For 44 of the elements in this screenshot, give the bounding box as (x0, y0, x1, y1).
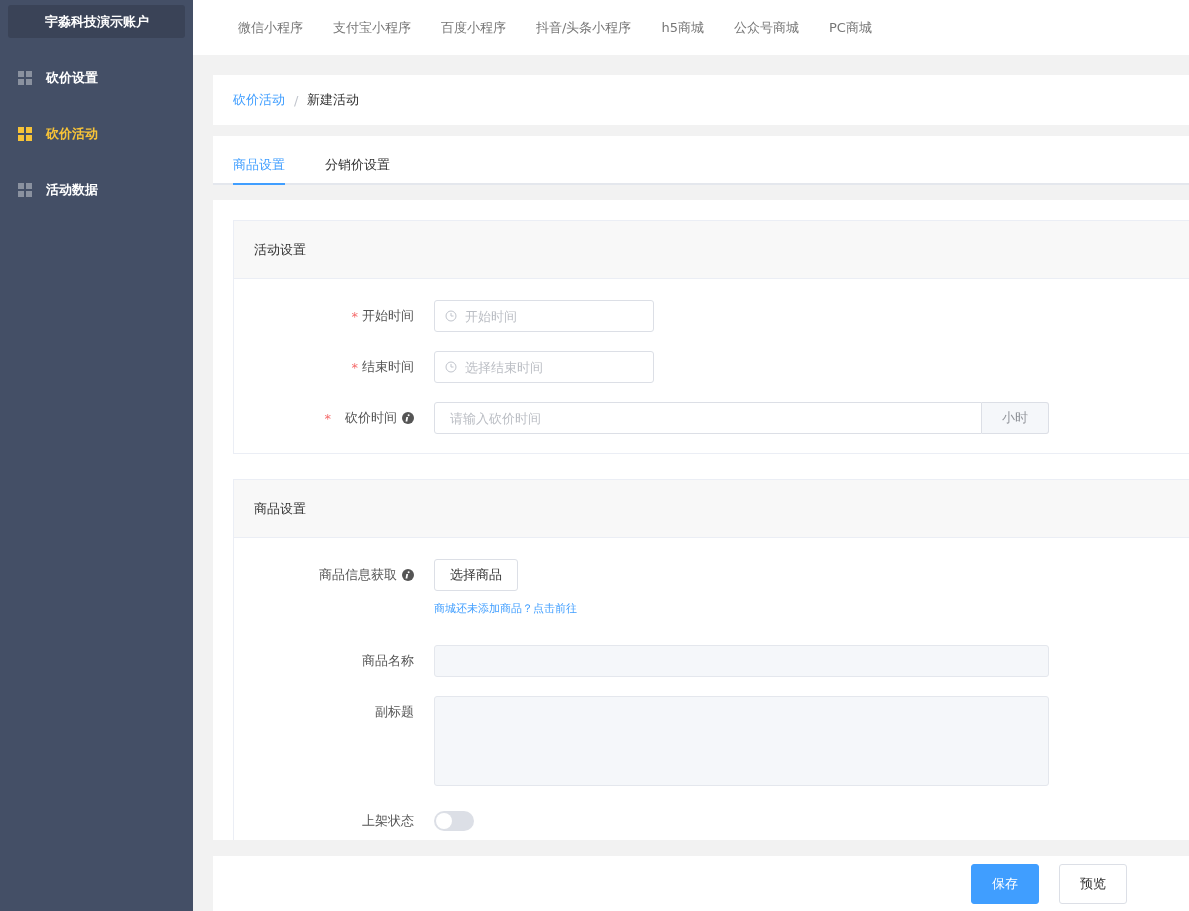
field-label: 开始时间 (362, 307, 414, 325)
nav-link[interactable]: 抖音/头条小程序 (536, 18, 632, 37)
nav-link[interactable]: 公众号商城 (733, 18, 799, 37)
text-input[interactable]: 请输入砍价时间 (434, 402, 982, 434)
clock-icon (445, 310, 457, 322)
field-label: 商品名称 (362, 652, 414, 670)
unit-addon: 小时 (982, 402, 1049, 434)
nav-link[interactable]: 微信小程序 (238, 18, 303, 37)
toggle-switch[interactable] (434, 811, 474, 831)
breadcrumb-link[interactable]: 砍价活动 (233, 91, 285, 109)
section-header: 活动设置 (234, 221, 1189, 279)
field-label: 上架状态 (362, 812, 414, 830)
nav-link[interactable]: 支付宝小程序 (333, 18, 411, 37)
account-name: 宇淼科技演示账户 (8, 5, 185, 38)
sidebar-item[interactable]: 砍价设置 (8, 50, 185, 106)
add-product-link[interactable]: 商城还未添加商品？点击前往 (434, 601, 577, 616)
sidebar-item[interactable]: 砍价活动 (8, 106, 185, 162)
field-label: 砍价时间 (345, 409, 397, 427)
field-label: 结束时间 (362, 358, 414, 376)
nav-link[interactable]: h5商城 (661, 18, 704, 37)
grid-icon (18, 71, 32, 85)
nav-link[interactable]: 百度小程序 (441, 18, 506, 37)
required-asterisk: * (324, 410, 331, 426)
date-field[interactable]: 开始时间 (434, 300, 654, 332)
tab[interactable]: 商品设置 (233, 156, 285, 185)
section-header: 商品设置 (234, 480, 1189, 538)
grid-icon (18, 127, 32, 141)
field-label: 副标题 (375, 703, 414, 721)
grid-icon (18, 183, 32, 197)
breadcrumb-current: 新建活动 (307, 91, 360, 109)
required-asterisk: * (351, 308, 358, 324)
select-product-button[interactable]: 选择商品 (434, 559, 518, 591)
required-asterisk: * (351, 359, 358, 375)
field-label: 商品信息获取 (319, 566, 397, 584)
tab[interactable]: 分销价设置 (325, 156, 390, 185)
nav-link[interactable]: PC商城 (828, 18, 872, 37)
text-area[interactable] (434, 696, 1049, 786)
breadcrumb-separator: / (294, 92, 299, 108)
text-input[interactable] (434, 645, 1049, 677)
sidebar-item[interactable]: 活动数据 (8, 162, 185, 218)
clock-icon (445, 361, 457, 373)
save-button[interactable]: 保存 (971, 863, 1039, 904)
date-field[interactable]: 选择结束时间 (434, 351, 654, 383)
preview-button[interactable]: 预览 (1059, 863, 1127, 904)
